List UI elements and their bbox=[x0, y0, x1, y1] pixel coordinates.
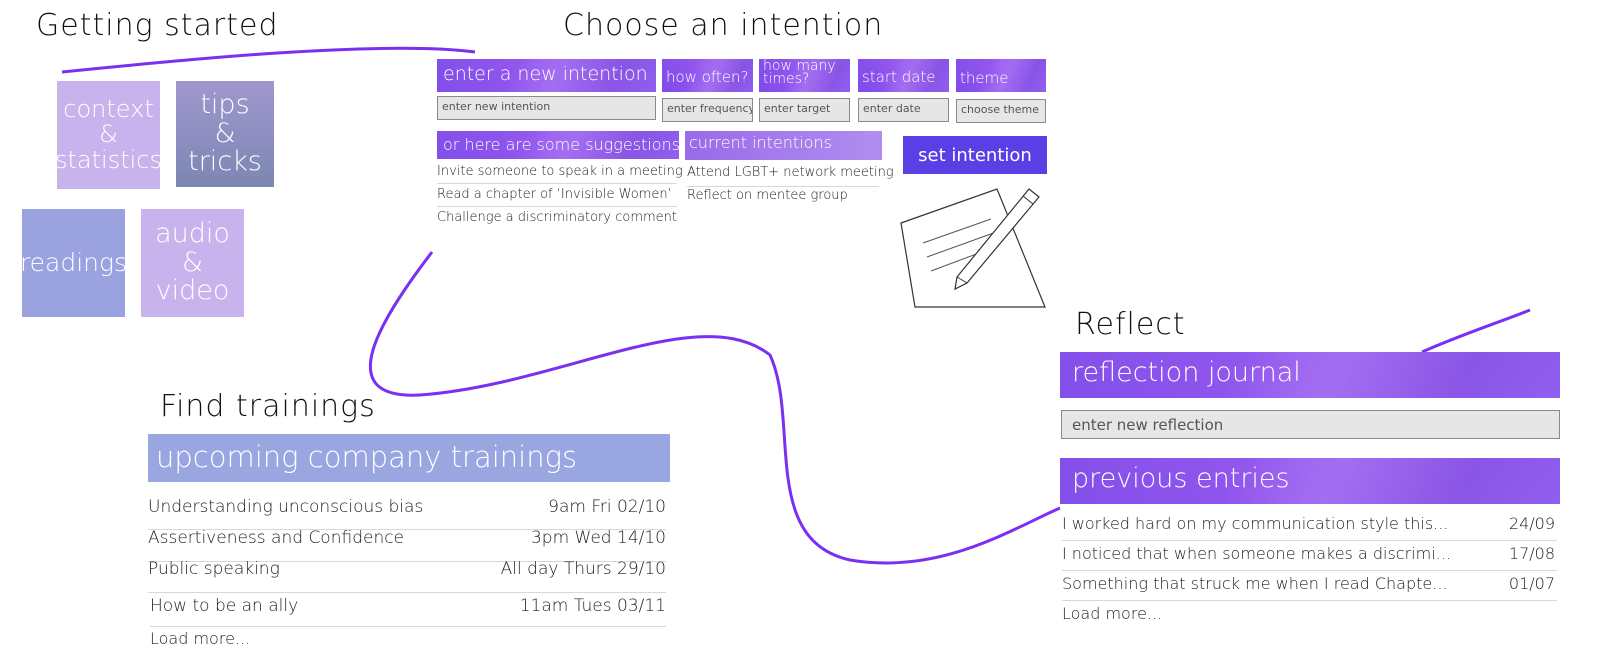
choose-intention-title: Choose an intention bbox=[563, 8, 884, 43]
theme-header: theme bbox=[956, 59, 1046, 92]
theme-select[interactable]: choose theme bbox=[956, 99, 1046, 123]
tips-tricks-tile[interactable]: tips & tricks bbox=[176, 81, 274, 187]
tips-tile-label-1: tips bbox=[200, 89, 250, 121]
readings-tile-label: readings bbox=[19, 247, 128, 277]
reflection-entry-date: 24/09 bbox=[1508, 514, 1555, 533]
reflect-title: Reflect bbox=[1075, 307, 1186, 342]
reflection-entry-text[interactable]: Something that struck me when I read Cha… bbox=[1062, 574, 1448, 593]
new-intention-header: enter a new intention bbox=[437, 59, 656, 92]
entry-divider bbox=[1062, 600, 1557, 601]
current-intention-item[interactable]: Attend LGBT+ network meeting bbox=[687, 165, 894, 180]
audio-tile-label-1: audio bbox=[155, 218, 230, 250]
reflection-input[interactable]: enter new reflection bbox=[1061, 410, 1560, 439]
training-divider bbox=[148, 592, 666, 593]
new-intention-input[interactable]: enter new intention bbox=[437, 96, 656, 120]
training-name[interactable]: Public speaking bbox=[148, 559, 280, 579]
context-tile-label-1: context & bbox=[63, 95, 154, 149]
suggestion-divider bbox=[437, 183, 677, 184]
current-intention-item[interactable]: Reflect on mentee group bbox=[687, 188, 848, 203]
training-name[interactable]: Understanding unconscious bias bbox=[148, 497, 423, 517]
previous-entries-header: previous entries bbox=[1060, 458, 1560, 504]
context-statistics-tile[interactable]: context & statistics bbox=[55, 81, 162, 189]
audio-tile-label-2: & bbox=[181, 246, 204, 278]
trainings-load-more-link[interactable]: Load more... bbox=[150, 629, 250, 648]
training-time: 3pm Wed 14/10 bbox=[530, 528, 666, 548]
set-intention-button[interactable]: set intention bbox=[903, 136, 1047, 174]
find-trainings-title: Find trainings bbox=[160, 389, 376, 424]
start-date-input[interactable]: enter date bbox=[858, 98, 949, 122]
current-intention-divider bbox=[687, 186, 879, 187]
training-time: 11am Tues 03/11 bbox=[519, 596, 666, 616]
audio-tile-label-3: video bbox=[155, 275, 230, 307]
trainings-header: upcoming company trainings bbox=[148, 434, 670, 482]
suggestion-item[interactable]: Invite someone to speak in a meeting bbox=[437, 164, 683, 179]
how-many-times-header: how many times? bbox=[759, 59, 850, 92]
how-often-header: how often? bbox=[662, 59, 753, 92]
reflection-entry-date: 17/08 bbox=[1508, 544, 1555, 563]
reflection-journal-header: reflection journal bbox=[1060, 352, 1560, 398]
start-date-header: start date bbox=[858, 59, 949, 92]
entry-divider bbox=[1062, 540, 1557, 541]
reflect-load-more-link[interactable]: Load more... bbox=[1062, 604, 1162, 623]
reflection-entry-date: 01/07 bbox=[1508, 574, 1555, 593]
suggestion-item[interactable]: Read a chapter of ‘Invisible Women’ bbox=[437, 187, 672, 202]
suggestions-header: or here are some suggestions bbox=[437, 131, 679, 159]
context-tile-label-2: statistics bbox=[55, 145, 162, 174]
reflection-entry-text[interactable]: I worked hard on my communication style … bbox=[1062, 514, 1448, 533]
training-name[interactable]: How to be an ally bbox=[150, 596, 298, 616]
training-divider bbox=[150, 626, 666, 627]
tips-tile-label-3: tricks bbox=[188, 146, 262, 178]
entry-divider bbox=[1062, 570, 1557, 571]
target-input[interactable]: enter target bbox=[759, 98, 850, 122]
tips-tile-label-2: & bbox=[214, 117, 236, 149]
notepad-pencil-icon bbox=[900, 188, 1046, 308]
reflection-entry-text[interactable]: I noticed that when someone makes a disc… bbox=[1062, 544, 1451, 563]
suggestion-item[interactable]: Challenge a discriminatory comment bbox=[437, 210, 677, 225]
training-time: 9am Fri 02/10 bbox=[548, 497, 666, 517]
readings-tile[interactable]: readings bbox=[19, 209, 128, 317]
current-intentions-header: current intentions bbox=[685, 131, 882, 160]
training-name[interactable]: Assertiveness and Confidence bbox=[148, 528, 404, 548]
suggestion-divider bbox=[437, 206, 677, 207]
frequency-input[interactable]: enter frequency bbox=[662, 98, 753, 122]
training-time: All day Thurs 29/10 bbox=[500, 559, 666, 579]
audio-video-tile[interactable]: audio & video bbox=[141, 209, 244, 317]
how-many-label-2: times? bbox=[763, 71, 810, 87]
getting-started-title: Getting started bbox=[36, 8, 279, 43]
